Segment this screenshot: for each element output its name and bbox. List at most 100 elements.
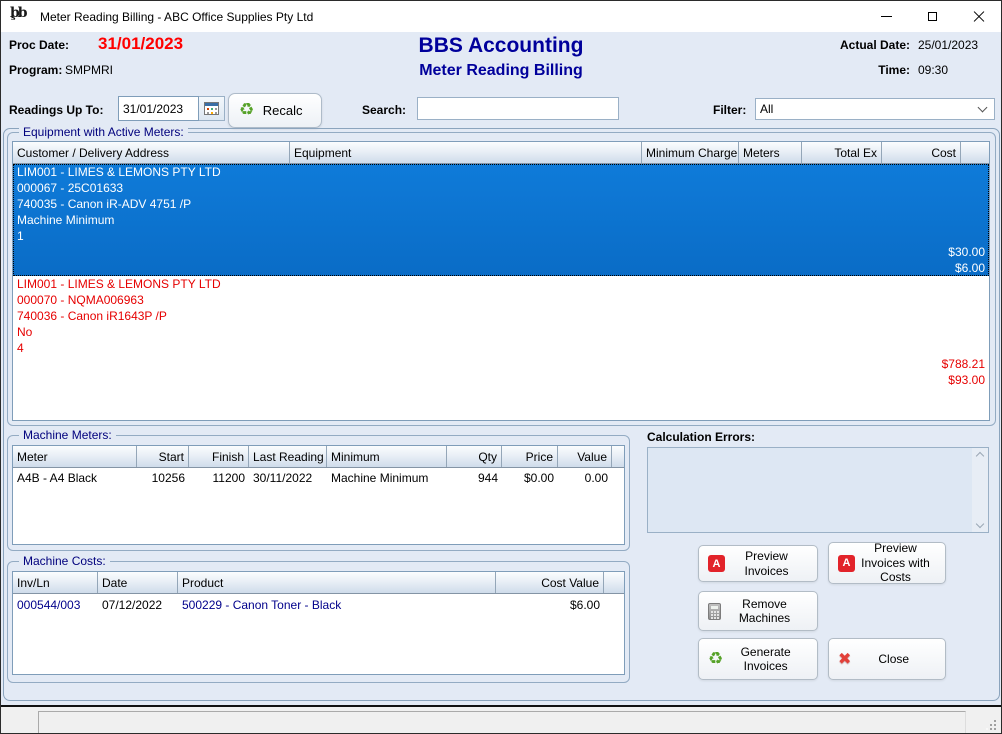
maximize-icon xyxy=(928,12,937,21)
title-bar[interactable]: Meter Reading Billing - ABC Office Suppl… xyxy=(1,1,1001,32)
cell-equipment: 000070 - NQMA006963 740036 - Canon iR164… xyxy=(13,292,989,324)
machine-meter-row[interactable]: A4B - A4 Black 10256 11200 30/11/2022 Ma… xyxy=(13,468,624,486)
recycle-icon xyxy=(708,651,723,668)
column-header-meters[interactable]: Meters xyxy=(739,142,802,163)
column-header-value[interactable]: Value xyxy=(558,446,612,467)
preview-invoices-label: Preview Invoices xyxy=(725,549,808,578)
close-window-button[interactable] xyxy=(955,1,1001,32)
machine-cost-row[interactable]: 000544/003 07/12/2022 500229 - Canon Ton… xyxy=(13,594,624,614)
machine-meters-table: Meter Start Finish Last Reading Minimum … xyxy=(12,445,625,545)
time-label: Time: xyxy=(878,63,910,77)
cell-cost-value: $6.00 xyxy=(496,597,604,614)
machine-costs-header: Inv/Ln Date Product Cost Value xyxy=(13,572,624,594)
column-header-total-ex[interactable]: Total Ex xyxy=(802,142,882,163)
pdf-icon xyxy=(838,555,855,572)
column-header-date[interactable]: Date xyxy=(98,572,178,593)
calculation-errors-list[interactable] xyxy=(647,447,989,533)
generate-invoices-button[interactable]: Generate Invoices xyxy=(698,638,818,680)
cell-meter: A4B - A4 Black xyxy=(13,470,137,486)
cell-last-reading: 30/11/2022 xyxy=(249,470,327,486)
actual-date-label: Actual Date: xyxy=(840,38,910,52)
cell-total-ex: $30.00 xyxy=(13,244,989,260)
machine-costs-table: Inv/Ln Date Product Cost Value 000544/00… xyxy=(12,571,625,675)
filter-dropdown[interactable]: All xyxy=(755,98,995,120)
window-title: Meter Reading Billing - ABC Office Suppl… xyxy=(40,10,313,24)
cell-qty: 944 xyxy=(447,470,502,486)
machine-costs-group-title: Machine Costs: xyxy=(19,554,110,568)
calendar-icon xyxy=(204,102,219,115)
cell-minimum-charge: No xyxy=(13,324,989,340)
column-header-meter[interactable]: Meter xyxy=(13,446,137,467)
scroll-down-icon[interactable] xyxy=(976,520,984,528)
recalc-button[interactable]: Recalc xyxy=(228,93,322,128)
program-label: Program: xyxy=(9,63,62,77)
preview-invoices-with-costs-label: Preview Invoices with Costs xyxy=(855,541,936,584)
x-icon xyxy=(838,651,851,667)
cell-total-ex: $788.21 xyxy=(13,356,989,372)
status-bar xyxy=(1,707,1001,734)
scroll-up-icon[interactable] xyxy=(976,452,984,460)
resize-grip[interactable] xyxy=(994,728,996,730)
machine-meters-header: Meter Start Finish Last Reading Minimum … xyxy=(13,446,624,468)
column-header-customer[interactable]: Customer / Delivery Address xyxy=(13,142,290,163)
page-title: Meter Reading Billing xyxy=(301,62,701,80)
column-header-inv-ln[interactable]: Inv/Ln xyxy=(13,572,98,593)
equipment-table-header: Customer / Delivery Address Equipment Mi… xyxy=(13,142,989,164)
equipment-row-selected[interactable]: LIM001 - LIMES & LEMONS PTY LTD 000067 -… xyxy=(13,164,989,276)
chevron-down-icon xyxy=(978,102,988,112)
column-header-equipment[interactable]: Equipment xyxy=(290,142,642,163)
cell-inv-ln: 000544/003 xyxy=(13,597,98,614)
search-input[interactable] xyxy=(417,97,619,120)
equipment-line2: 740035 - Canon iR-ADV 4751 /P xyxy=(17,196,985,212)
close-button[interactable]: Close xyxy=(828,638,946,680)
column-header-last-reading[interactable]: Last Reading xyxy=(249,446,327,467)
search-label: Search: xyxy=(362,103,406,117)
column-header-minimum-charge[interactable]: Minimum Charge xyxy=(642,142,739,163)
cell-start: 10256 xyxy=(137,470,189,486)
equipment-row[interactable]: LIM001 - LIMES & LEMONS PTY LTD 000070 -… xyxy=(13,276,989,388)
readings-date-input[interactable] xyxy=(118,96,199,121)
proc-date-label: Proc Date: xyxy=(9,38,69,52)
cell-price: $0.00 xyxy=(502,470,558,486)
column-header-cost-value[interactable]: Cost Value xyxy=(496,572,604,593)
cell-minimum-charge: Machine Minimum xyxy=(13,212,989,228)
preview-invoices-button[interactable]: Preview Invoices xyxy=(698,545,818,582)
preview-invoices-with-costs-button[interactable]: Preview Invoices with Costs xyxy=(828,542,946,584)
equipment-line1: 000067 - 25C01633 xyxy=(17,180,985,196)
column-header-filler xyxy=(612,446,624,467)
calculation-errors-scrollbar[interactable] xyxy=(972,448,988,532)
cell-filler xyxy=(612,470,624,486)
column-header-cost[interactable]: Cost xyxy=(882,142,961,163)
proc-date-value: 31/01/2023 xyxy=(98,34,183,54)
column-header-filler xyxy=(604,572,624,593)
cell-cost: $6.00 xyxy=(13,260,989,276)
close-label: Close xyxy=(851,652,936,666)
program-value: SMPMRI xyxy=(65,63,113,77)
cell-equipment: 000067 - 25C01633 740035 - Canon iR-ADV … xyxy=(13,180,989,212)
cell-meters: 4 xyxy=(13,340,989,356)
column-header-qty[interactable]: Qty xyxy=(447,446,502,467)
cell-cost: $93.00 xyxy=(13,372,989,388)
recalc-label: Recalc xyxy=(254,103,311,118)
column-header-minimum[interactable]: Minimum xyxy=(327,446,447,467)
calculator-icon xyxy=(708,603,721,620)
maximize-button[interactable] xyxy=(909,1,955,32)
column-header-finish[interactable]: Finish xyxy=(189,446,249,467)
cell-date: 07/12/2022 xyxy=(98,597,178,614)
column-header-price[interactable]: Price xyxy=(502,446,558,467)
actual-date-value: 25/01/2023 xyxy=(918,38,996,52)
remove-machines-label: Remove Machines xyxy=(721,597,808,626)
equipment-line1: 000070 - NQMA006963 xyxy=(17,292,985,308)
calculation-errors-label: Calculation Errors: xyxy=(647,430,755,444)
remove-machines-button[interactable]: Remove Machines xyxy=(698,591,818,631)
cell-filler xyxy=(604,597,624,614)
date-picker-button[interactable] xyxy=(199,96,225,121)
column-header-product[interactable]: Product xyxy=(178,572,496,593)
pdf-icon xyxy=(708,555,725,572)
minimize-button[interactable] xyxy=(863,1,909,32)
close-icon xyxy=(973,11,984,22)
minimize-icon xyxy=(881,16,892,17)
cell-meters: 1 xyxy=(13,228,989,244)
column-header-start[interactable]: Start xyxy=(137,446,189,467)
app-title: BBS Accounting xyxy=(301,34,701,58)
